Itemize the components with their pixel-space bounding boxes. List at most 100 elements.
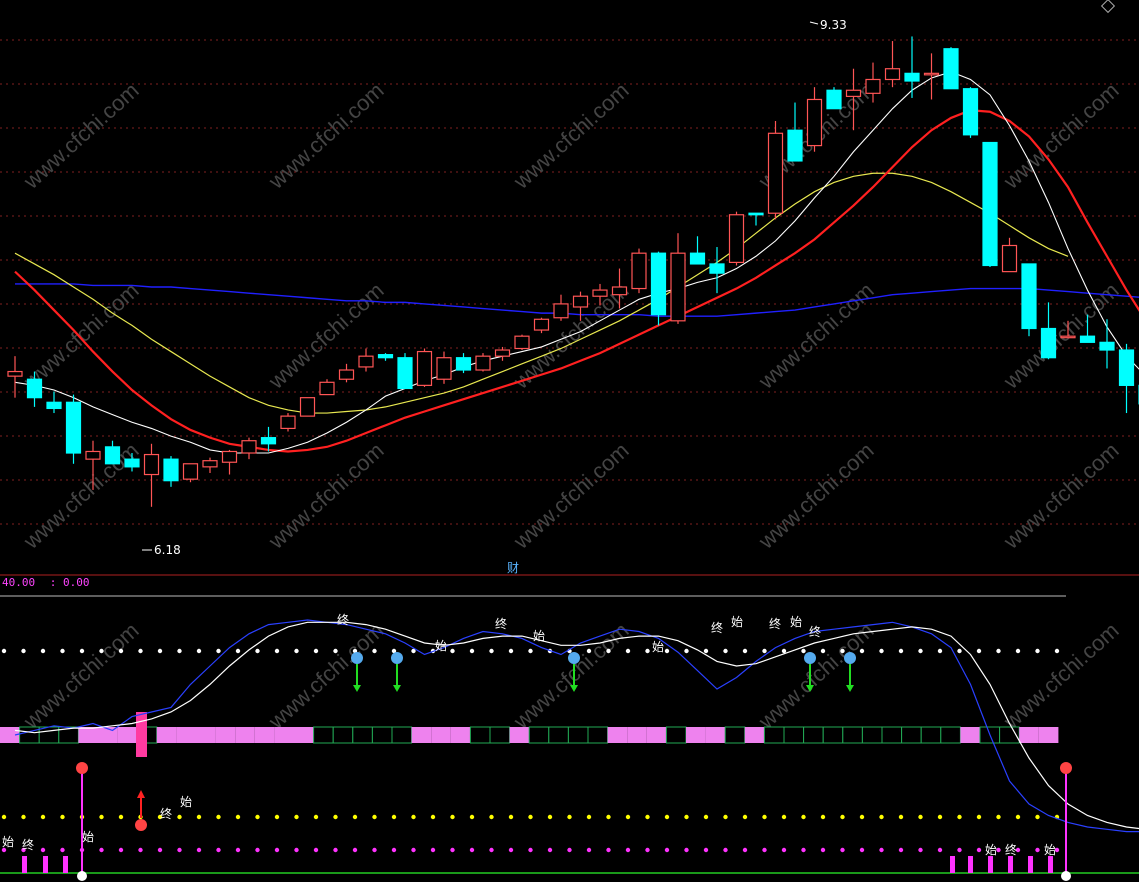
candle-up [202, 457, 218, 473]
candle-up [728, 211, 745, 266]
signal-bar [950, 856, 955, 873]
dot [372, 648, 377, 654]
band-cell [391, 726, 413, 744]
candle-body [845, 89, 862, 97]
dot [859, 814, 865, 820]
candle-body [202, 460, 218, 468]
candle-up [143, 443, 160, 507]
watermark-text: www.cfchi.com [18, 278, 144, 395]
white-dot-row [1, 648, 1060, 654]
low-price-label: 6.18 [154, 543, 181, 557]
candle-down [260, 426, 277, 452]
dot [703, 648, 709, 654]
candle-body [611, 286, 628, 296]
signal-dot [844, 652, 856, 664]
band-cell [607, 727, 628, 743]
dot [177, 648, 182, 654]
dot [274, 847, 280, 853]
candle-up [299, 397, 316, 417]
band-cell [646, 727, 667, 743]
dot [840, 648, 845, 654]
candle-body [26, 378, 43, 399]
dot [255, 648, 260, 654]
stem-ball [1060, 762, 1072, 774]
start-marker: 始 [180, 795, 192, 809]
candle-body [338, 369, 355, 380]
candle-up [806, 87, 823, 152]
dot [879, 648, 884, 654]
dot [118, 847, 124, 853]
band-cell [587, 726, 609, 744]
candle-down [826, 87, 842, 110]
watermarks: www.cfchi.com www.cfchi.com www.cfchi.com w… [18, 78, 1124, 735]
dot [586, 648, 592, 654]
dot [957, 814, 962, 820]
stem-base [77, 871, 87, 881]
dot [313, 847, 319, 853]
arrow-head [393, 685, 401, 692]
band-cell [940, 726, 961, 744]
end-marker: 终 [711, 620, 723, 635]
dot [879, 814, 884, 820]
dot [976, 814, 982, 820]
dot [430, 814, 436, 820]
dot [742, 648, 748, 654]
dot [40, 847, 46, 853]
band-cell [156, 727, 177, 743]
candle-body [221, 450, 238, 463]
buy-signal-stem [1060, 762, 1072, 881]
finance-marker[interactable]: 财 [507, 559, 519, 576]
dot [118, 814, 124, 820]
dot [762, 814, 767, 820]
dot [742, 814, 748, 820]
candle-up [436, 351, 452, 384]
candle-body [7, 370, 23, 377]
dot [918, 814, 923, 820]
band-cell [176, 727, 196, 743]
signal-bar [43, 856, 48, 873]
candle-up [884, 41, 901, 88]
candle-body [358, 355, 374, 368]
signal-bar [1048, 856, 1053, 873]
dot [645, 648, 650, 654]
dot [684, 814, 689, 820]
dot [60, 648, 65, 654]
dot [625, 847, 631, 853]
candle-body [865, 78, 881, 94]
candle-up [670, 233, 686, 324]
start-marker: 始 [435, 639, 447, 653]
start-marker: 始 [533, 629, 545, 643]
signal-dot [804, 652, 816, 664]
candle-body [631, 252, 647, 290]
dot [840, 814, 845, 820]
dot [157, 847, 163, 853]
dot [606, 648, 611, 654]
band-cell [960, 727, 980, 743]
dot [801, 847, 806, 853]
dot [723, 648, 728, 654]
candle-body [416, 350, 433, 386]
high-price-label: 9.33 [820, 18, 847, 32]
candle-down [1099, 319, 1115, 369]
dot [40, 814, 46, 820]
candle-down [46, 391, 62, 414]
sell-signal-icon [844, 652, 856, 692]
candle-up [1001, 237, 1018, 273]
dot [1015, 648, 1021, 654]
watermark-text: www.cfchi.com [18, 618, 144, 735]
stock-chart[interactable]: www.cfchi.com www.cfchi.com www.cfchi.com w… [0, 0, 1139, 882]
signal-bar [968, 856, 973, 873]
dot [40, 648, 46, 654]
band-cell [548, 726, 569, 744]
dot [586, 847, 592, 853]
dot [469, 814, 475, 820]
candle-up [241, 437, 257, 460]
candle-body [689, 252, 706, 265]
band-cell [881, 726, 903, 744]
end-marker: 终 [495, 616, 507, 631]
candle-body [1099, 341, 1115, 351]
band-cell [901, 726, 922, 744]
dot [235, 847, 241, 853]
dot [528, 814, 533, 820]
candle-down [709, 247, 725, 294]
